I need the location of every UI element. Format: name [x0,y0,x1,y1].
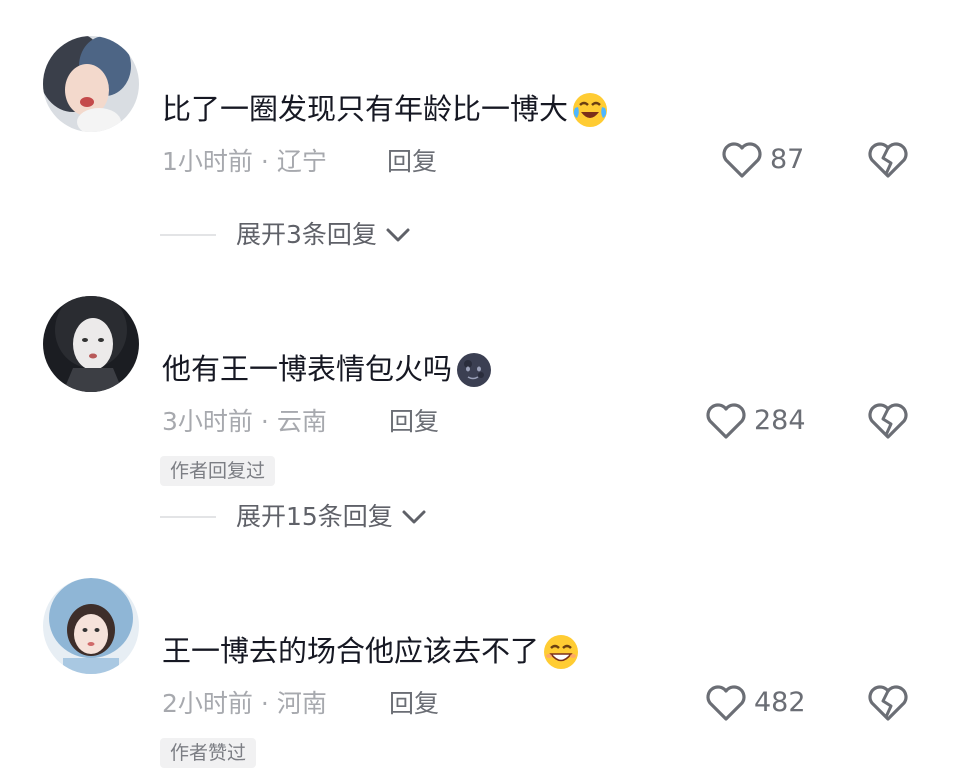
author-replied-badge: 作者回复过 [160,456,276,486]
divider-line [160,516,216,518]
expand-replies[interactable]: 展开3条回复 [160,218,411,252]
like-count: 87 [770,144,805,175]
comment-location: 辽宁 [276,147,327,176]
broken-heart-icon [868,685,908,721]
comment-text-row: 比了一圈发现只有年龄比一博大 [162,89,610,129]
heart-outline-icon [722,142,762,178]
divider-line [160,234,216,236]
comment-text: 王一博去的场合他应该去不了 [162,634,540,668]
comment-location: 河南 [276,689,327,718]
comment-text-row: 他有王一博表情包火吗 [162,349,494,389]
heart-outline-icon [706,685,746,721]
like-count: 284 [754,405,806,436]
reply-button[interactable]: 回复 [389,687,439,721]
comment-time: 1小时前 [162,147,253,176]
expand-replies-label: 展开15条回复 [236,502,393,531]
comment-meta: 3小时前 · 云南 [162,405,327,439]
grinning-sweat-emoji-icon [541,631,581,671]
comment-time: 3小时前 [162,407,253,436]
comment-meta: 1小时前 · 辽宁 [162,145,327,179]
comment-text: 他有王一博表情包火吗 [162,352,453,386]
comment-time: 2小时前 [162,689,253,718]
comment-location: 云南 [276,407,327,436]
like-button[interactable]: 482 [704,683,806,723]
separator-dot: · [260,689,269,718]
separator-dot: · [260,147,269,176]
expand-replies-label: 展开3条回复 [236,220,377,249]
avatar[interactable] [43,296,139,392]
separator-dot: · [260,407,269,436]
comment-meta: 2小时前 · 河南 [162,687,327,721]
like-count: 482 [754,687,806,718]
like-button[interactable]: 87 [720,140,804,180]
dark-moon-face-emoji-icon [454,349,494,389]
comment-text-row: 王一博去的场合他应该去不了 [162,631,581,671]
chevron-down-icon [402,510,426,524]
avatar[interactable] [43,36,139,132]
reply-button[interactable]: 回复 [387,145,437,179]
comment-text: 比了一圈发现只有年龄比一博大 [162,92,569,126]
heart-outline-icon [706,403,746,439]
author-liked-badge: 作者赞过 [160,738,257,768]
crying-laughing-emoji-icon [570,89,610,129]
broken-heart-icon [868,142,908,178]
avatar[interactable] [43,578,139,674]
dislike-button[interactable] [866,140,910,184]
reply-button[interactable]: 回复 [389,405,439,439]
like-button[interactable]: 284 [704,401,806,441]
dislike-button[interactable] [866,401,910,445]
chevron-down-icon [386,228,410,242]
expand-replies[interactable]: 展开15条回复 [160,500,427,534]
dislike-button[interactable] [866,683,910,727]
broken-heart-icon [868,403,908,439]
